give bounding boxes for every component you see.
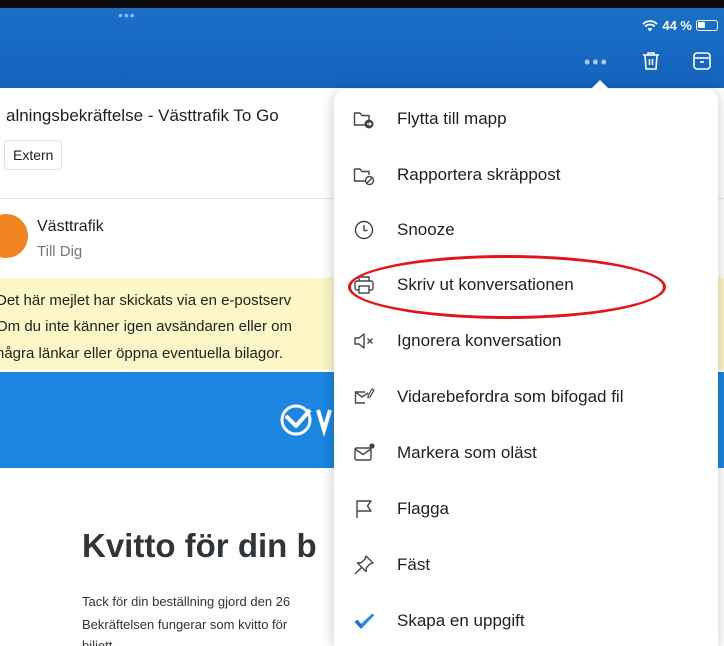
menu-item-label: Flagga	[397, 499, 449, 518]
email-subject: alningsbekräftelse - Västtrafik To Go	[6, 106, 279, 125]
menu-item-forward-as-attachment[interactable]: Vidarebefordra som bifogad fil	[334, 369, 718, 425]
mark-unread-icon	[354, 443, 375, 461]
menu-item-print-conversation[interactable]: Skriv ut konversationen	[334, 257, 718, 313]
app-header: 44 % •••	[0, 8, 724, 88]
menu-item-report-spam[interactable]: Rapportera skräppost	[334, 147, 718, 203]
trash-icon[interactable]	[640, 50, 662, 72]
menu-item-ignore-conversation[interactable]: Ignorera konversation	[334, 313, 718, 369]
content-text: Bekräftelsen fungerar som kvitto för	[82, 617, 288, 632]
menu-item-label: Skriv ut konversationen	[397, 275, 574, 294]
clock-icon	[354, 220, 374, 240]
battery-icon	[696, 20, 718, 31]
warning-line: några länkar eller öppna eventuella bila…	[0, 345, 283, 362]
vasttrafik-logo-icon	[280, 404, 332, 437]
folder-block-icon	[353, 168, 375, 186]
forward-attachment-icon	[354, 388, 375, 404]
menu-item-flag[interactable]: Flagga	[334, 481, 718, 537]
content-title: Kvitto för din b	[82, 527, 317, 564]
pin-icon	[354, 555, 374, 575]
checkmark-icon	[354, 613, 374, 629]
battery-percent: 44 %	[662, 18, 692, 33]
more-actions-menu: Flytta till mapp Rapportera skräppost Sn…	[334, 89, 718, 646]
status-bar: 44 %	[642, 18, 718, 33]
printer-icon	[354, 276, 374, 294]
archive-icon[interactable]	[691, 50, 713, 72]
menu-item-pin[interactable]: Fäst	[334, 537, 718, 593]
flag-icon	[356, 500, 372, 518]
menu-item-label: Ignorera konversation	[397, 331, 562, 350]
menu-pointer	[590, 80, 610, 90]
multitasking-dots-icon[interactable]: •••	[118, 8, 136, 22]
external-badge: Extern	[4, 140, 63, 170]
top-strip	[0, 0, 724, 8]
menu-item-label: Rapportera skräppost	[397, 165, 561, 184]
sender-name[interactable]: Västtrafik	[37, 218, 104, 236]
menu-item-snooze[interactable]: Snooze	[334, 202, 718, 258]
folder-move-icon	[353, 112, 374, 129]
warning-line: Det här mejlet har skickats via en e-pos…	[0, 292, 292, 309]
menu-item-label: Snooze	[397, 220, 455, 239]
more-options-icon[interactable]: •••	[584, 52, 609, 73]
menu-item-label: Vidarebefordra som bifogad fil	[397, 387, 624, 406]
menu-item-label: Markera som oläst	[397, 443, 537, 462]
mute-icon	[354, 333, 373, 349]
menu-item-mark-unread[interactable]: Markera som oläst	[334, 425, 718, 481]
content-text: Tack för din beställning gjord den 26	[82, 594, 291, 609]
menu-item-label: Fäst	[397, 555, 431, 574]
content-text: biljett	[82, 638, 113, 646]
warning-line: Om du inte känner igen avsändaren eller …	[0, 318, 293, 335]
menu-item-create-task[interactable]: Skapa en uppgift	[334, 593, 718, 646]
wifi-icon	[642, 19, 659, 31]
recipient-line: Till Dig	[37, 243, 83, 260]
menu-item-label: Flytta till mapp	[397, 109, 507, 128]
avatar[interactable]	[0, 214, 28, 258]
menu-item-move-to-folder[interactable]: Flytta till mapp	[334, 91, 718, 147]
menu-item-label: Skapa en uppgift	[397, 611, 525, 630]
